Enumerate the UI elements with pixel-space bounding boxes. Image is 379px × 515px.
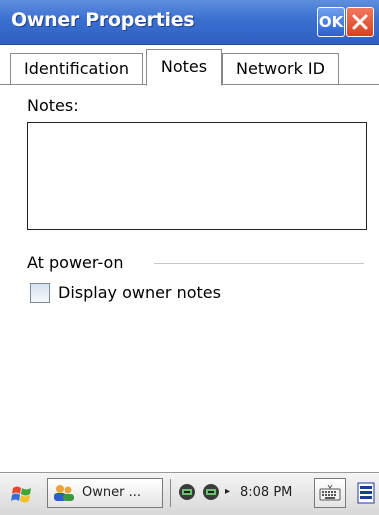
- taskbar: Owner ... ▸ 8:08 PM: [0, 472, 379, 515]
- close-icon: [352, 14, 368, 30]
- keyboard-icon: [319, 484, 341, 501]
- ok-button[interactable]: OK: [317, 7, 345, 37]
- tray-arrow-icon[interactable]: ▸: [225, 486, 230, 497]
- tab-identification[interactable]: Identification: [10, 53, 143, 84]
- users-icon: [54, 485, 74, 501]
- close-button[interactable]: [346, 7, 374, 37]
- display-owner-notes-checkbox[interactable]: [30, 283, 50, 303]
- tab-notes[interactable]: Notes: [146, 49, 222, 86]
- window-title: Owner Properties: [11, 9, 195, 31]
- clock[interactable]: 8:08 PM: [240, 485, 292, 500]
- notes-label: Notes:: [27, 96, 79, 115]
- desktop-icon[interactable]: [356, 480, 376, 506]
- task-button-label: Owner ...: [82, 485, 141, 500]
- keyboard-button[interactable]: [314, 478, 346, 508]
- notes-textarea[interactable]: [27, 122, 367, 230]
- owner-task-button[interactable]: Owner ...: [47, 478, 163, 508]
- tab-network-id[interactable]: Network ID: [222, 53, 339, 84]
- section-divider: [154, 263, 364, 264]
- title-bar: Owner Properties OK: [0, 0, 379, 45]
- network-icon[interactable]: [177, 482, 197, 502]
- display-owner-notes-label[interactable]: Display owner notes: [58, 283, 221, 302]
- tray-separator: [170, 479, 171, 507]
- network-icon[interactable]: [201, 482, 221, 502]
- power-on-section-label: At power-on: [27, 253, 124, 272]
- windows-flag-icon[interactable]: [10, 483, 34, 507]
